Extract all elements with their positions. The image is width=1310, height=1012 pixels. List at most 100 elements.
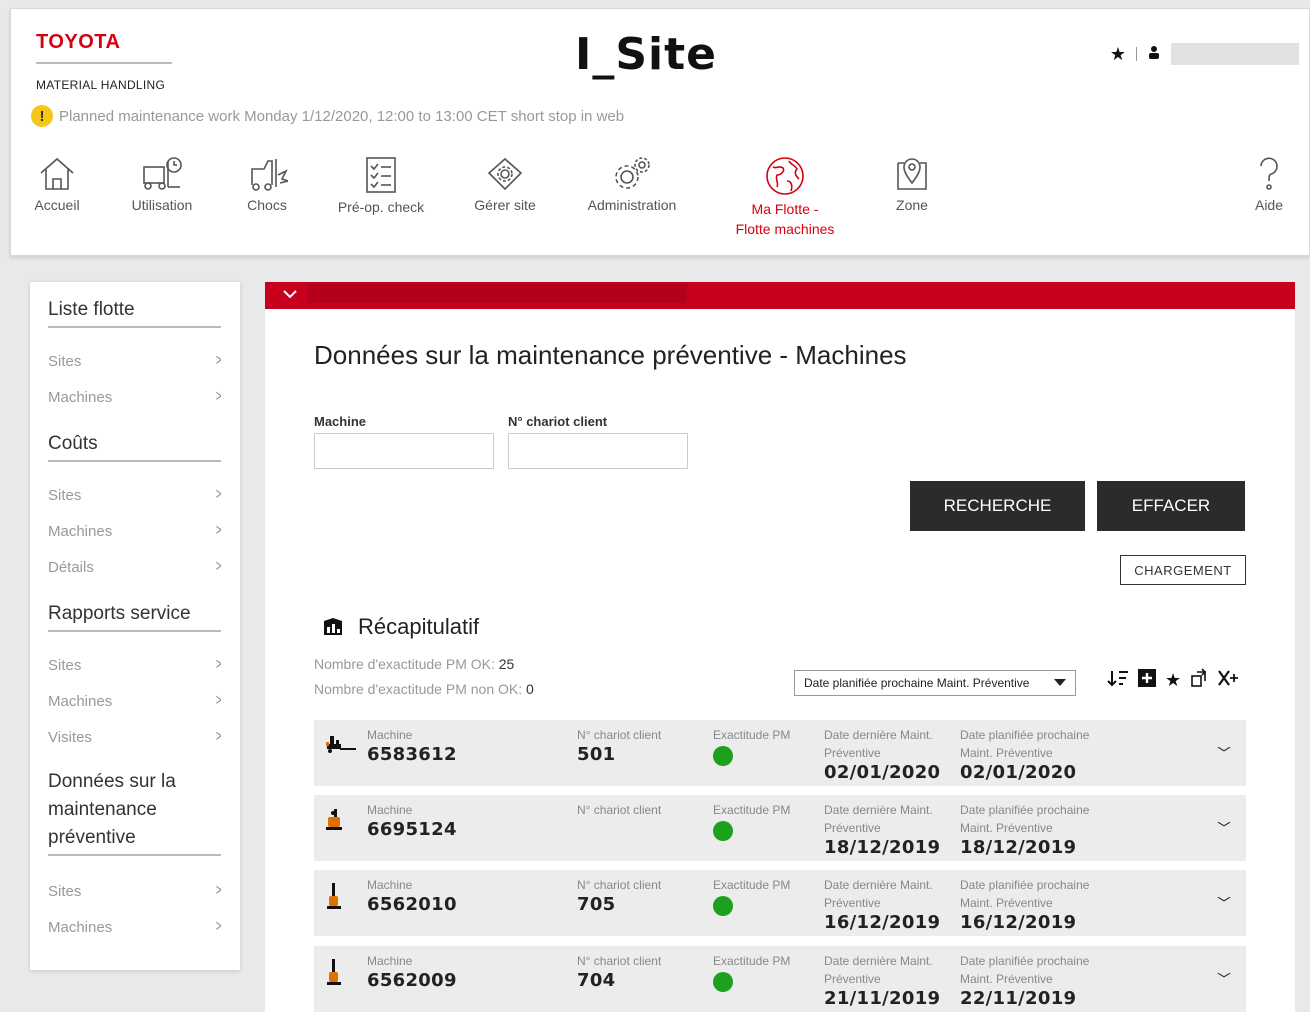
nav-administration[interactable]: Administration [577, 155, 687, 213]
home-icon [40, 157, 74, 190]
next-date-cell: Date planifiée prochaine Maint. Préventiv… [960, 876, 1089, 933]
favorites-star-icon[interactable]: ★ [1110, 44, 1126, 65]
chevron-right-icon: > [215, 692, 222, 709]
nav-pre-op-check[interactable]: Pré-op. check [329, 155, 433, 215]
nav-accueil[interactable]: Accueil [27, 155, 87, 213]
collapse-bar[interactable] [265, 282, 1295, 309]
sidebar-section-rapports-service[interactable]: Rapports service [48, 600, 221, 632]
next-date-cell: Date planifiée prochaine Maint. Préventiv… [960, 801, 1089, 858]
sidebar-section-couts[interactable]: Coûts [48, 430, 221, 462]
sidebar-item-rapports-sites[interactable]: Sites > [48, 656, 223, 674]
last-col-label: Date dernière Maint. [824, 954, 933, 968]
machine-row[interactable]: Machine 6583612 N° chariot client 501 Exac… [314, 720, 1246, 786]
machine-field-label: Machine [314, 414, 367, 429]
pm-cell: Exactitude PM [713, 801, 790, 841]
pm-cell: Exactitude PM [713, 726, 790, 766]
client-truck-field-label: N° chariot client [508, 414, 608, 429]
expand-chevron-icon[interactable] [1216, 744, 1232, 757]
header-separator [1136, 47, 1137, 61]
export-icon[interactable] [1189, 668, 1209, 693]
sidebar-item-couts-machines[interactable]: Machines > [48, 522, 223, 540]
sidebar-item-label: Sites [48, 656, 82, 674]
stacker-icon [324, 807, 350, 838]
add-box-icon[interactable] [1137, 668, 1157, 693]
user-icon[interactable] [1147, 45, 1161, 63]
search-button[interactable]: RECHERCHE [910, 481, 1085, 531]
next-col-label-2: Maint. Préventive [960, 896, 1053, 910]
brand-divider [36, 62, 172, 64]
page-title: Données sur la maintenance préventive - … [314, 340, 907, 370]
nav-label: Administration [587, 197, 677, 213]
machine-col-label: Machine [367, 954, 413, 968]
sidebar-section-maintenance-preventive[interactable]: Données sur la maintenance préventive [48, 768, 221, 856]
nav-label-line2: Flotte machines [735, 221, 835, 237]
nav-aide[interactable]: Aide [1249, 155, 1289, 213]
next-maint-date: 16/12/2019 [960, 912, 1077, 933]
last-maint-date: 16/12/2019 [824, 912, 941, 933]
sidebar-item-liste-flotte-sites[interactable]: Sites > [48, 352, 223, 370]
caret-down-icon [1054, 679, 1066, 686]
nav-utilisation[interactable]: Utilisation [119, 155, 205, 213]
machine-row[interactable]: Machine 6562009 N° chariot client 704 Exac… [314, 946, 1246, 1012]
machine-number: 6562009 [367, 970, 457, 991]
client-cell: N° chariot client 704 [577, 952, 661, 991]
sidebar-item-couts-details[interactable]: Détails > [48, 558, 223, 576]
machine-cell: Machine 6695124 [367, 801, 457, 840]
chevron-right-icon: > [215, 918, 222, 935]
expand-chevron-icon[interactable] [1216, 819, 1232, 832]
brand-name: TOYOTA [36, 31, 121, 53]
last-date-cell: Date dernière Maint. Préventive 21/11/2019 [824, 952, 940, 1009]
user-name-redacted[interactable] [1171, 43, 1299, 65]
star-icon[interactable]: ★ [1165, 670, 1181, 691]
expand-chevron-icon[interactable] [1216, 970, 1232, 983]
machine-cell: Machine 6562009 [367, 952, 457, 991]
brand-subtitle: MATERIAL HANDLING [36, 78, 166, 92]
machine-number: 6562010 [367, 894, 457, 915]
sidebar-item-rapports-visites[interactable]: Visites > [48, 728, 223, 746]
last-maint-date: 21/11/2019 [824, 988, 941, 1009]
nav-zone[interactable]: Zone [879, 155, 945, 213]
chevron-right-icon: > [215, 352, 222, 369]
clear-button[interactable]: EFFACER [1097, 481, 1245, 531]
expand-chevron-icon[interactable] [1216, 894, 1232, 907]
machine-number: 6695124 [367, 819, 457, 840]
sort-select[interactable]: Date planifiée prochaine Maint. Préventi… [794, 670, 1076, 696]
brand-logo[interactable]: TOYOTA MATERIAL HANDLING [36, 31, 172, 92]
sidebar-item-liste-flotte-machines[interactable]: Machines > [48, 388, 223, 406]
machine-row[interactable]: Machine 6562010 N° chariot client 705 Exac… [314, 870, 1246, 936]
chevron-right-icon: > [215, 522, 222, 539]
pm-col-label: Exactitude PM [713, 803, 791, 817]
load-button[interactable]: CHARGEMENT [1120, 555, 1246, 585]
next-col-label: Date planifiée prochaine [960, 728, 1090, 742]
nav-chocs[interactable]: Chocs [237, 155, 297, 213]
sidebar-item-label: Sites [48, 352, 82, 370]
sidebar-item-label: Visites [48, 728, 92, 746]
chevron-down-icon[interactable] [281, 284, 299, 307]
sidebar-item-maintenance-sites[interactable]: Sites > [48, 882, 223, 900]
sort-icon[interactable] [1107, 669, 1129, 692]
next-maint-date: 02/01/2020 [960, 762, 1077, 783]
excel-icon[interactable] [1217, 668, 1239, 693]
last-col-label-2: Préventive [824, 896, 881, 910]
machine-row[interactable]: Machine 6695124 N° chariot client Exactit… [314, 795, 1246, 861]
sidebar-item-rapports-machines[interactable]: Machines > [48, 692, 223, 710]
sidebar-item-maintenance-machines[interactable]: Machines > [48, 918, 223, 936]
nav-gerer-site[interactable]: Gérer site [465, 155, 545, 213]
machine-input[interactable] [314, 433, 494, 469]
client-number: 705 [577, 894, 616, 915]
sidebar-item-couts-sites[interactable]: Sites > [48, 486, 223, 504]
forklift-impact-icon [251, 159, 288, 191]
client-cell: N° chariot client 501 [577, 726, 661, 765]
client-truck-input[interactable] [508, 433, 688, 469]
nav-ma-flotte[interactable]: Ma Flotte - Flotte machines [723, 155, 847, 237]
nav-label: Gérer site [474, 197, 536, 213]
chevron-right-icon: > [215, 388, 222, 405]
sidebar-item-label: Machines [48, 918, 113, 936]
summary-chart-icon [324, 618, 342, 635]
pallet-truck-icon [324, 732, 356, 759]
sidebar-section-liste-flotte[interactable]: Liste flotte [48, 296, 221, 328]
client-cell: N° chariot client 705 [577, 876, 661, 915]
pm-nok-value: 0 [526, 681, 534, 697]
last-date-cell: Date dernière Maint. Préventive 02/01/2020 [824, 726, 940, 783]
next-date-cell: Date planifiée prochaine Maint. Préventiv… [960, 952, 1089, 1009]
